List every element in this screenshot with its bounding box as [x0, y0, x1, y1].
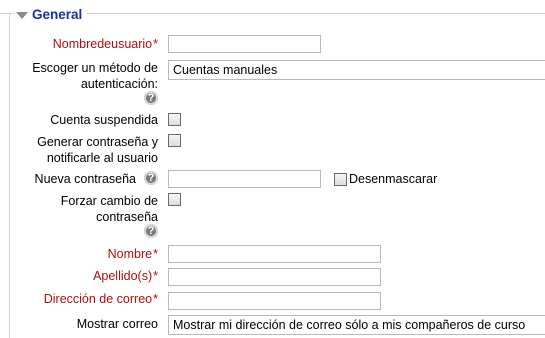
- auth-label: Escoger un método de autenticación:: [32, 60, 158, 92]
- auth-label-line1: Escoger un método de: [32, 61, 158, 75]
- auth-method-value: Cuentas manuales: [173, 63, 278, 77]
- required-star: *: [153, 37, 158, 51]
- required-star: *: [153, 269, 158, 283]
- email-input[interactable]: [168, 292, 381, 310]
- firstname-label-text: Nombre: [107, 247, 153, 261]
- username-label: Nombredeusuario*: [53, 36, 158, 52]
- auth-label-line2: autenticación:: [80, 77, 158, 91]
- username-label-text: Nombredeusuario: [52, 37, 153, 51]
- maildisplay-select[interactable]: Mostrar mi dirección de correo sólo a mi…: [168, 315, 545, 335]
- generate-password-line1: Generar contraseña y: [37, 135, 158, 149]
- suspended-checkbox[interactable]: [168, 113, 181, 126]
- email-label-text: Dirección de correo: [43, 292, 153, 306]
- fieldset-left-border: [9, 13, 10, 338]
- question-circle-icon[interactable]: ?: [144, 224, 158, 238]
- firstname-input[interactable]: [168, 245, 381, 263]
- question-circle-icon[interactable]: ?: [144, 91, 158, 105]
- fieldset-legend[interactable]: General: [14, 5, 87, 23]
- force-change-checkbox[interactable]: [168, 193, 181, 206]
- new-password-label: Nueva contraseña: [34, 172, 136, 186]
- question-circle-icon[interactable]: ?: [144, 171, 158, 185]
- maildisplay-value: Mostrar mi dirección de correo sólo a mi…: [173, 318, 526, 332]
- username-input[interactable]: [168, 35, 321, 53]
- auth-method-select[interactable]: Cuentas manuales: [168, 60, 545, 80]
- required-star: *: [153, 247, 158, 261]
- general-fieldset: General Nombredeusuario* Escoger un méto…: [0, 0, 545, 338]
- unmask-checkbox[interactable]: [334, 173, 347, 186]
- section-title: General: [32, 6, 83, 22]
- generate-password-line2: notificarle al usuario: [46, 151, 158, 165]
- force-change-label: Forzar cambio de contraseña: [61, 193, 158, 225]
- firstname-label: Nombre*: [108, 246, 158, 262]
- suspended-label: Cuenta suspendida: [50, 113, 158, 127]
- unmask-label: Desenmascarar: [349, 172, 438, 186]
- lastname-label-text: Apellido(s): [93, 269, 153, 283]
- generate-password-checkbox[interactable]: [168, 134, 181, 147]
- lastname-label: Apellido(s)*: [93, 268, 158, 284]
- force-change-line2: contraseña: [96, 210, 158, 224]
- force-change-line1: Forzar cambio de: [60, 194, 158, 208]
- new-password-input[interactable]: [168, 170, 321, 188]
- triangle-down-icon[interactable]: [16, 11, 28, 19]
- generate-password-label: Generar contraseña y notificarle al usua…: [37, 134, 158, 166]
- lastname-input[interactable]: [168, 268, 381, 286]
- email-label: Dirección de correo*: [44, 291, 158, 307]
- required-star: *: [153, 292, 158, 306]
- maildisplay-label: Mostrar correo: [76, 317, 158, 331]
